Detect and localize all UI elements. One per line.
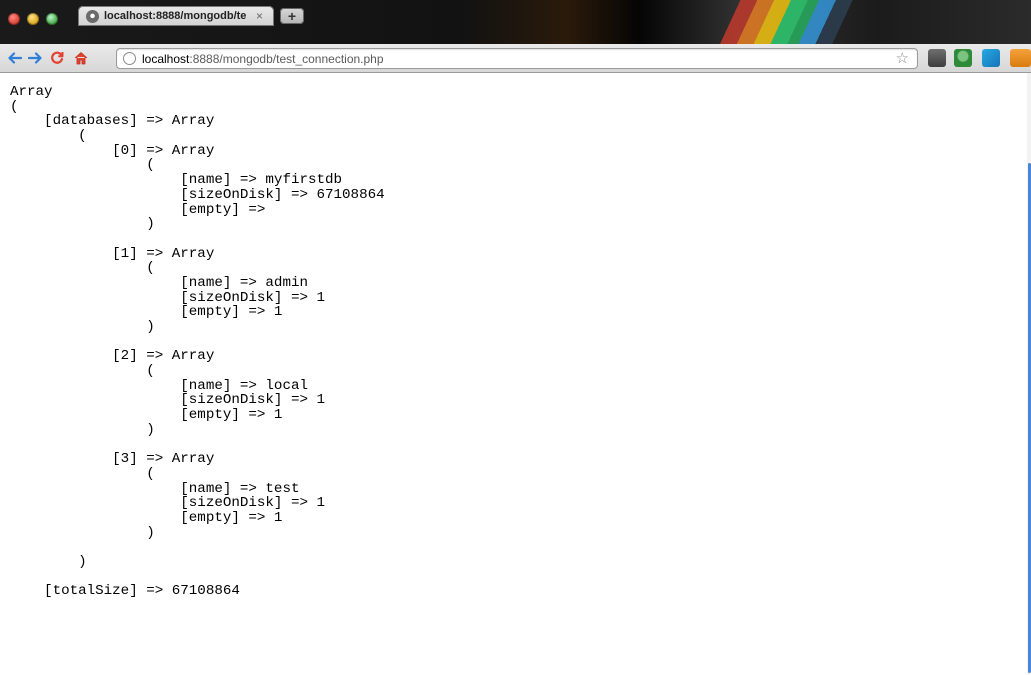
output-line: ) xyxy=(10,319,155,335)
back-button[interactable] xyxy=(6,48,24,68)
browser-toolbar: localhost:8888/mongodb/test_connection.p… xyxy=(0,44,1031,73)
output-line: [empty] => 1 xyxy=(10,407,283,424)
output-line: [3] => Array xyxy=(10,451,215,468)
page-content: Array( [databases] => Array ( [0] => Arr… xyxy=(0,73,1027,675)
window-minimize-button[interactable] xyxy=(27,13,39,25)
output-line: [empty] => 1 xyxy=(10,509,283,526)
window-zoom-button[interactable] xyxy=(46,13,58,25)
evernote-extension-icon[interactable] xyxy=(954,49,972,67)
reload-button[interactable] xyxy=(48,48,66,68)
arrow-right-icon xyxy=(28,52,42,64)
tab-title: localhost:8888/mongodb/te xyxy=(104,10,247,22)
star-icon[interactable]: ☆ xyxy=(896,49,909,68)
browser-tab[interactable]: localhost:8888/mongodb/te × xyxy=(78,6,274,26)
output-line: [sizeOnDisk] => 1 xyxy=(10,392,326,409)
output-line: [empty] => 1 xyxy=(10,304,283,321)
wrench-menu-icon[interactable] xyxy=(1010,49,1031,67)
new-tab-button[interactable]: + xyxy=(280,8,304,24)
output-line: [sizeOnDisk] => 1 xyxy=(10,495,326,512)
reload-icon xyxy=(51,51,64,64)
output-line: ( xyxy=(10,260,155,277)
x-extension-icon[interactable] xyxy=(982,49,1000,67)
output-line: ( xyxy=(10,157,155,174)
tab-close-button[interactable]: × xyxy=(256,9,263,23)
tag-extension-icon[interactable] xyxy=(928,49,946,67)
output-line: ( xyxy=(10,363,155,380)
output-line: ( xyxy=(10,98,19,115)
output-line: [sizeOnDisk] => 67108864 xyxy=(10,186,385,203)
output-line: [0] => Array xyxy=(10,142,215,159)
home-button[interactable] xyxy=(72,48,90,68)
output-line: [name] => test xyxy=(10,480,300,497)
output-line: ) xyxy=(10,554,87,570)
page-favicon-icon xyxy=(86,9,99,23)
output-line: [totalSize] => 67108864 xyxy=(10,583,240,600)
output-line: ( xyxy=(10,128,87,145)
forward-button[interactable] xyxy=(26,48,44,68)
output-line: Array xyxy=(10,84,53,100)
window-title-bar: localhost:8888/mongodb/te × + xyxy=(0,0,1031,44)
output-line: [2] => Array xyxy=(10,348,215,365)
output-line: ) xyxy=(10,524,155,541)
arrow-left-icon xyxy=(8,52,22,64)
output-line: ) xyxy=(10,216,155,233)
address-bar-url: localhost:8888/mongodb/test_connection.p… xyxy=(142,52,384,66)
output-line: [name] => local xyxy=(10,377,308,394)
url-host: localhost xyxy=(142,51,190,66)
output-line: [name] => admin xyxy=(10,274,308,291)
window-close-button[interactable] xyxy=(8,13,20,25)
output-line: [name] => myfirstdb xyxy=(10,172,343,189)
vertical-scrollbar[interactable] xyxy=(1027,73,1031,675)
theme-background-graphic xyxy=(690,0,950,44)
address-bar[interactable]: localhost:8888/mongodb/test_connection.p… xyxy=(116,48,918,69)
output-line: [1] => Array xyxy=(10,245,215,262)
output-line: [sizeOnDisk] => 1 xyxy=(10,289,326,306)
home-icon xyxy=(74,52,88,65)
output-line: ( xyxy=(10,465,155,482)
output-line: ) xyxy=(10,421,155,438)
output-line: [empty] => xyxy=(10,201,274,218)
output-line: [databases] => Array xyxy=(10,113,215,130)
page-info-icon[interactable] xyxy=(123,52,136,65)
url-path: :8888/mongodb/test_connection.php xyxy=(189,51,384,66)
print-r-output: Array( [databases] => Array ( [0] => Arr… xyxy=(0,73,1027,599)
